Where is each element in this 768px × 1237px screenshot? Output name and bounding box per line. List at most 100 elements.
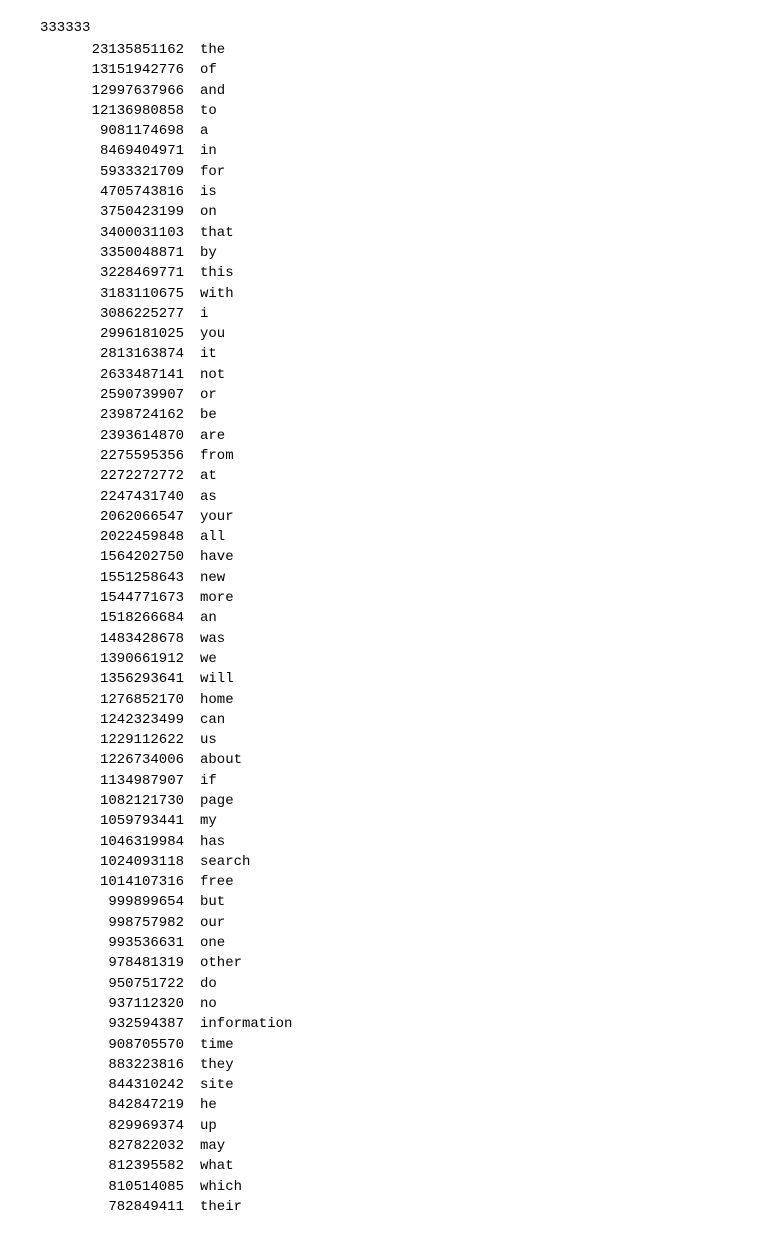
- table-row: 812395582what: [40, 1156, 728, 1176]
- table-row: 1564202750have: [40, 547, 728, 567]
- row-number: 829969374: [40, 1116, 200, 1136]
- row-number: 3350048871: [40, 243, 200, 263]
- row-word: from: [200, 446, 234, 466]
- row-number: 2813163874: [40, 344, 200, 364]
- row-word: page: [200, 791, 234, 811]
- table-row: 3400031103that: [40, 223, 728, 243]
- header-title: 333333: [40, 20, 90, 36]
- row-word: was: [200, 629, 225, 649]
- row-number: 2275595356: [40, 446, 200, 466]
- row-word: about: [200, 750, 242, 770]
- table-row: 978481319other: [40, 953, 728, 973]
- row-word: my: [200, 811, 217, 831]
- row-word: more: [200, 588, 234, 608]
- table-row: 3750423199on: [40, 202, 728, 222]
- table-row: 3350048871by: [40, 243, 728, 263]
- row-word: to: [200, 101, 217, 121]
- header-line: 333333: [40, 20, 728, 36]
- row-number: 950751722: [40, 974, 200, 994]
- table-row: 2393614870are: [40, 426, 728, 446]
- row-number: 998757982: [40, 913, 200, 933]
- row-number: 3086225277: [40, 304, 200, 324]
- table-row: 1276852170home: [40, 690, 728, 710]
- table-row: 1134987907if: [40, 771, 728, 791]
- row-number: 810514085: [40, 1177, 200, 1197]
- row-number: 1242323499: [40, 710, 200, 730]
- row-number: 2996181025: [40, 324, 200, 344]
- row-number: 2272272772: [40, 466, 200, 486]
- row-word: us: [200, 730, 217, 750]
- table-row: 2398724162be: [40, 405, 728, 425]
- row-word: on: [200, 202, 217, 222]
- row-number: 2633487141: [40, 365, 200, 385]
- row-word: or: [200, 385, 217, 405]
- row-number: 1551258643: [40, 568, 200, 588]
- row-number: 9081174698: [40, 121, 200, 141]
- row-word: home: [200, 690, 234, 710]
- table-row: 4705743816is: [40, 182, 728, 202]
- row-number: 2022459848: [40, 527, 200, 547]
- row-number: 12136980858: [40, 101, 200, 121]
- row-word: their: [200, 1197, 242, 1217]
- row-number: 1356293641: [40, 669, 200, 689]
- table-row: 2247431740as: [40, 487, 728, 507]
- row-word: time: [200, 1035, 234, 1055]
- row-word: he: [200, 1095, 217, 1115]
- row-word: up: [200, 1116, 217, 1136]
- row-number: 842847219: [40, 1095, 200, 1115]
- row-word: are: [200, 426, 225, 446]
- row-word: with: [200, 284, 234, 304]
- row-number: 999899654: [40, 892, 200, 912]
- row-word: it: [200, 344, 217, 364]
- row-word: one: [200, 933, 225, 953]
- table-row: 12136980858to: [40, 101, 728, 121]
- row-number: 2393614870: [40, 426, 200, 446]
- table-row: 998757982our: [40, 913, 728, 933]
- row-word: may: [200, 1136, 225, 1156]
- table-row: 23135851162the: [40, 40, 728, 60]
- table-row: 3228469771this: [40, 263, 728, 283]
- row-number: 8469404971: [40, 141, 200, 161]
- table-row: 2590739907or: [40, 385, 728, 405]
- table-row: 1483428678was: [40, 629, 728, 649]
- table-row: 1551258643new: [40, 568, 728, 588]
- table-row: 993536631one: [40, 933, 728, 953]
- row-number: 1483428678: [40, 629, 200, 649]
- row-word: free: [200, 872, 234, 892]
- table-row: 1082121730page: [40, 791, 728, 811]
- row-word: your: [200, 507, 234, 527]
- table-row: 1356293641will: [40, 669, 728, 689]
- table-row: 1518266684an: [40, 608, 728, 628]
- row-word: you: [200, 324, 225, 344]
- table-row: 2022459848all: [40, 527, 728, 547]
- row-word: will: [200, 669, 234, 689]
- row-word: in: [200, 141, 217, 161]
- row-word: that: [200, 223, 234, 243]
- row-word: but: [200, 892, 225, 912]
- row-number: 1134987907: [40, 771, 200, 791]
- row-number: 993536631: [40, 933, 200, 953]
- table-row: 12997637966and: [40, 81, 728, 101]
- table-row: 827822032may: [40, 1136, 728, 1156]
- row-word: all: [200, 527, 225, 547]
- table-row: 13151942776of: [40, 60, 728, 80]
- row-number: 2247431740: [40, 487, 200, 507]
- row-word: by: [200, 243, 217, 263]
- row-number: 1046319984: [40, 832, 200, 852]
- row-word: as: [200, 487, 217, 507]
- row-word: i: [200, 304, 208, 324]
- table-row: 1242323499can: [40, 710, 728, 730]
- table-row: 932594387information: [40, 1014, 728, 1034]
- row-number: 782849411: [40, 1197, 200, 1217]
- row-number: 1276852170: [40, 690, 200, 710]
- table-row: 5933321709for: [40, 162, 728, 182]
- table-row: 2062066547your: [40, 507, 728, 527]
- row-number: 3750423199: [40, 202, 200, 222]
- row-word: an: [200, 608, 217, 628]
- table-row: 883223816they: [40, 1055, 728, 1075]
- row-number: 3400031103: [40, 223, 200, 243]
- row-word: what: [200, 1156, 234, 1176]
- row-word: which: [200, 1177, 242, 1197]
- row-number: 844310242: [40, 1075, 200, 1095]
- table-row: 2272272772at: [40, 466, 728, 486]
